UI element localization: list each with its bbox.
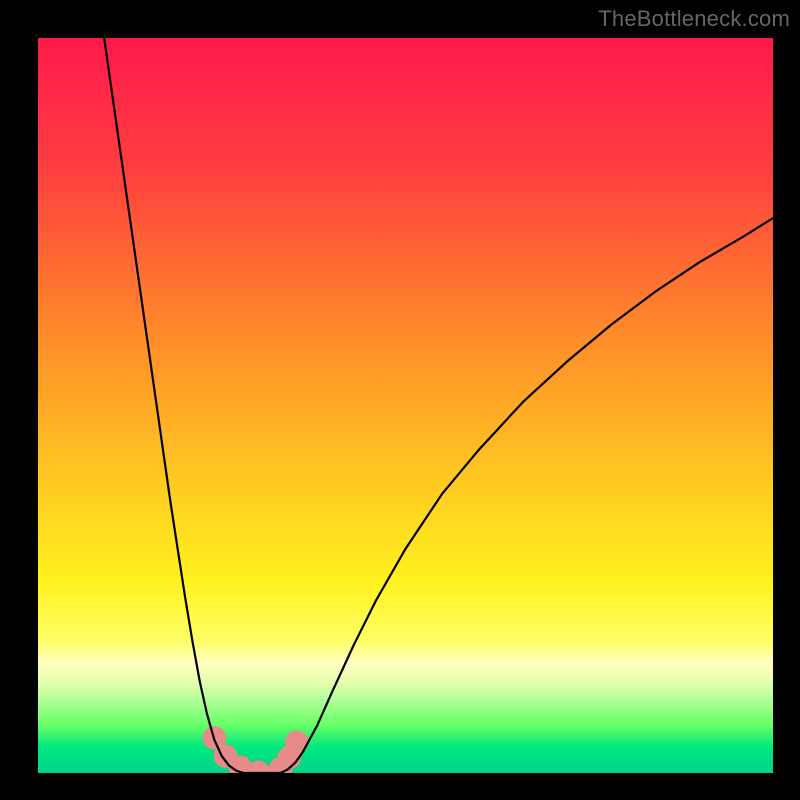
chart-frame: TheBottleneck.com xyxy=(0,0,800,800)
watermark-text: TheBottleneck.com xyxy=(598,6,790,32)
chart-svg xyxy=(38,38,773,773)
plot-area xyxy=(38,38,773,773)
gradient-background xyxy=(38,38,773,773)
